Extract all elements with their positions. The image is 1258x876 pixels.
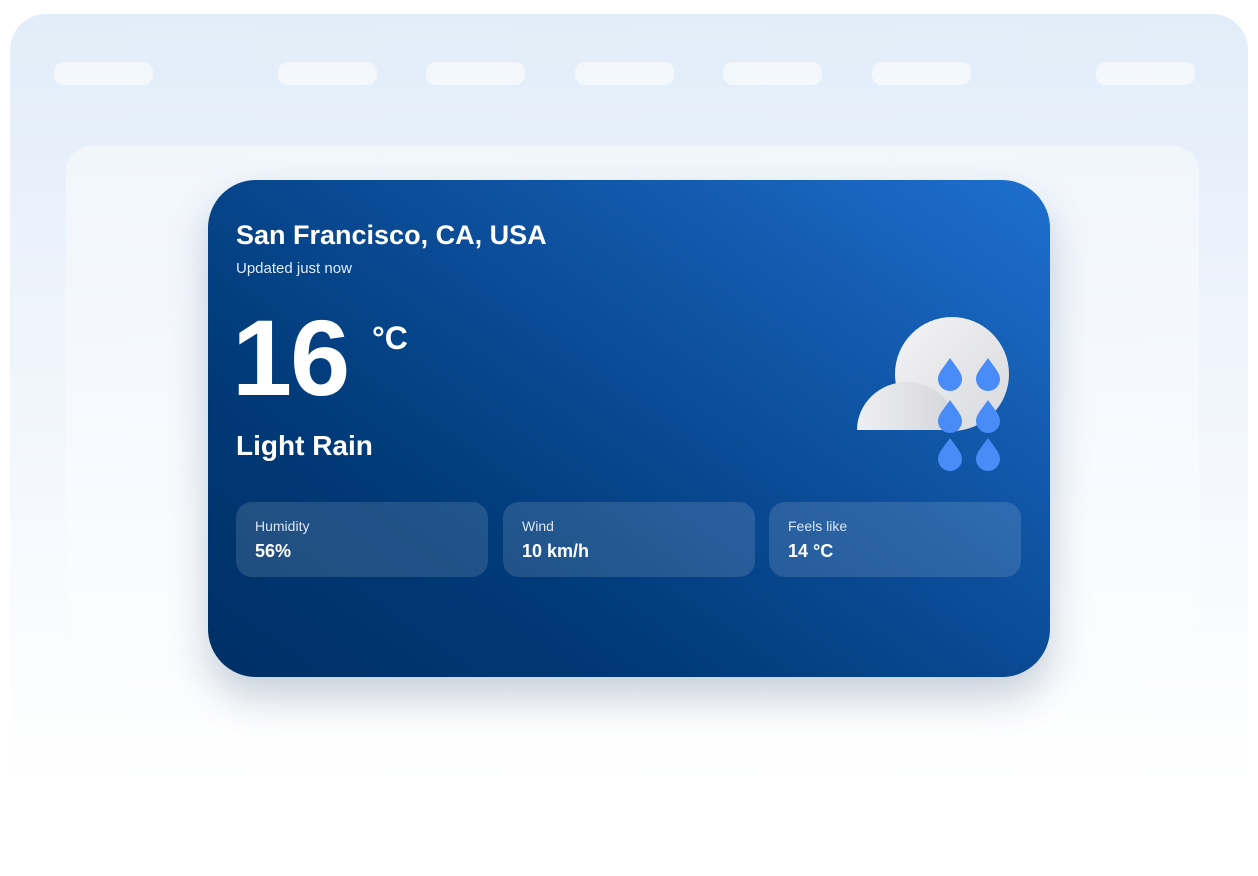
temperature-unit: °C [372,320,408,356]
weather-condition: Light Rain [236,430,373,461]
nav-placeholder-3 [426,62,525,85]
cloud-rain-icon [850,310,1020,480]
location-title: San Francisco, CA, USA [236,220,547,250]
nav-placeholder-1 [54,62,153,85]
stat-value: 56% [255,541,292,561]
page: San Francisco, CA, USA Updated just now … [0,0,1258,876]
stat-value: 14 °C [788,541,834,561]
stat-wind: Wind 10 km/h [503,502,755,577]
nav-placeholder-5 [723,62,822,85]
updated-status: Updated just now [236,260,352,277]
stat-feels-like: Feels like 14 °C [769,502,1021,577]
nav-placeholder-7 [1096,62,1195,85]
stat-humidity: Humidity 56% [236,502,488,577]
temperature-value: 16 [232,297,350,418]
nav-placeholder-2 [278,62,377,85]
nav-placeholder-6 [872,62,971,85]
stat-label: Humidity [255,518,310,534]
stat-label: Feels like [788,518,848,534]
stat-value: 10 km/h [522,541,590,561]
nav-placeholder-4 [575,62,674,85]
stat-label: Wind [522,518,554,534]
weather-card: San Francisco, CA, USA Updated just now … [208,180,1050,677]
